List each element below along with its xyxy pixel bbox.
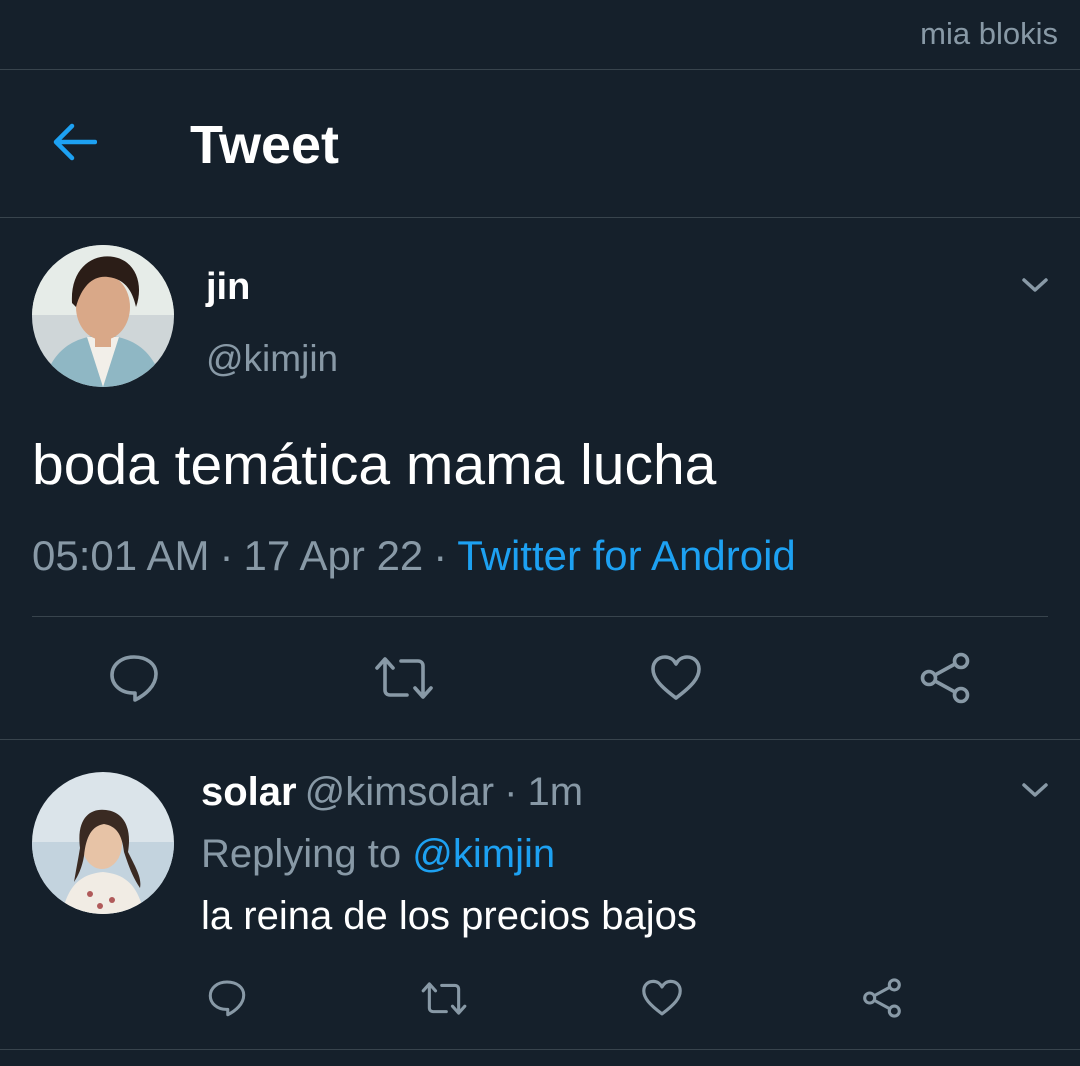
tweet-source-link[interactable]: Twitter for Android [457,532,795,579]
divider [0,739,1080,740]
reply-header: solar @kimsolar · 1m [201,770,583,815]
like-button[interactable] [646,648,706,708]
watermark-text: mia blokis [920,16,1058,51]
chevron-down-icon [1022,278,1048,292]
reply-share-button[interactable] [857,974,907,1022]
meta-separator: · [433,532,448,579]
tweet-meta: 05:01 AM · 17 Apr 22 · Twitter for Android [32,532,796,580]
avatar-portrait [32,245,174,387]
share-icon [920,652,970,704]
tweet-date: 17 Apr 22 [243,532,424,579]
meta-separator: · [504,770,518,814]
author-name[interactable]: jin [206,266,250,309]
reply-author-avatar[interactable] [32,772,174,914]
back-button[interactable] [44,112,104,172]
divider [0,1049,1080,1050]
reply-icon [208,980,246,1017]
reply-author-name[interactable]: solar [201,770,297,814]
reply-like-button[interactable] [638,974,686,1022]
avatar-portrait [32,772,174,914]
chevron-down-icon [1022,783,1048,797]
tweet-menu-button[interactable] [1015,265,1055,305]
top-strip: mia blokis [0,0,1080,70]
page-header: Tweet [0,70,1080,218]
reply-reply-button[interactable] [203,974,251,1022]
like-icon [651,655,701,700]
replying-to-line: Replying to @kimjin [201,832,555,877]
reply-author-handle[interactable]: @kimsolar [305,770,495,814]
author-handle[interactable]: @kimjin [206,338,338,380]
like-icon [642,979,682,1016]
reply-icon [110,655,158,702]
meta-separator: · [219,532,234,579]
retweet-button[interactable] [372,648,436,708]
replying-to-label: Replying to [201,832,402,876]
reply-retweet-button[interactable] [418,974,470,1022]
replying-to-mention[interactable]: @kimjin [412,832,555,876]
divider [32,616,1048,617]
reply-button[interactable] [104,648,164,708]
arrow-left-icon [53,123,97,161]
page-title: Tweet [190,115,340,175]
tweet-text: boda temática mama lucha [32,433,717,497]
author-avatar[interactable] [32,245,174,387]
share-button[interactable] [914,648,976,708]
share-icon [863,978,901,1018]
retweet-icon [421,981,467,1015]
reply-text: la reina de los precios bajos [201,894,697,938]
retweet-icon [375,657,433,699]
reply-menu-button[interactable] [1015,770,1055,810]
tweet-time: 05:01 AM [32,532,210,579]
reply-time: 1m [527,770,584,814]
